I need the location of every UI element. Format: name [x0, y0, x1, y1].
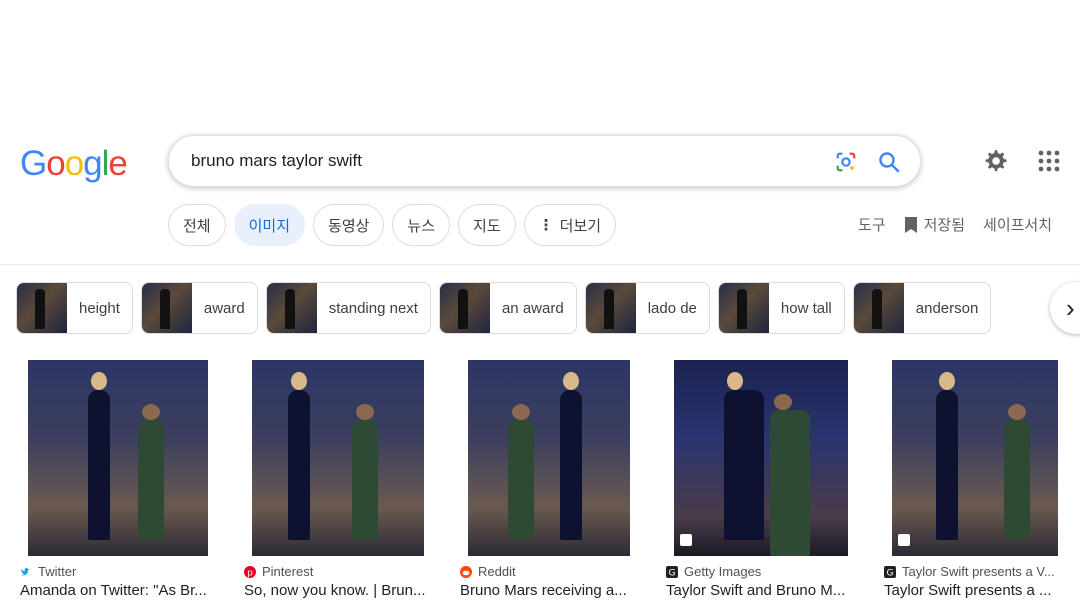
getty-images-icon: G	[666, 565, 678, 578]
header-divider	[0, 264, 1080, 265]
google-logo[interactable]: Google	[20, 144, 128, 184]
chip-label: an award	[501, 299, 564, 317]
result-image[interactable]	[468, 360, 630, 556]
source-name: Taylor Swift presents a V...	[902, 564, 1055, 579]
tab-label: 이미지	[248, 217, 291, 235]
tab-label: 더보기	[559, 217, 602, 235]
search-icon[interactable]	[877, 150, 901, 174]
chip-thumbnail	[141, 283, 192, 333]
person-figure	[1004, 404, 1030, 540]
tools-button[interactable]: 도구	[858, 214, 886, 235]
tab-all[interactable]: 전체	[168, 204, 226, 246]
search-tabs: 전체 이미지 동영상 뉴스 지도 ⋮ 더보기	[168, 204, 617, 246]
chip-thumbnail	[585, 283, 636, 333]
gear-icon[interactable]	[982, 148, 1008, 174]
result-source[interactable]: Twitter	[20, 564, 76, 579]
logo-letter: l	[101, 144, 110, 183]
chip-label: award	[203, 299, 245, 317]
result-image[interactable]	[674, 360, 848, 556]
safesearch-button[interactable]: 세이프서치	[983, 214, 1052, 235]
tab-label: 전체	[183, 217, 211, 235]
apps-grid-icon[interactable]	[1038, 150, 1060, 172]
chip-label: height	[79, 299, 120, 317]
chevron-right-icon[interactable]: ›	[1050, 282, 1080, 334]
search-input[interactable]: bruno mars taylor swift	[191, 151, 362, 171]
related-chip[interactable]: lado de	[584, 282, 710, 334]
related-chip[interactable]: height	[16, 282, 133, 334]
result-source[interactable]: p Pinterest	[244, 564, 313, 579]
source-name: Pinterest	[262, 564, 314, 579]
person-figure	[508, 404, 534, 540]
person-figure	[352, 404, 378, 540]
result-source[interactable]: G Taylor Swift presents a V...	[884, 564, 1055, 579]
photo-icon	[680, 534, 692, 546]
source-name: Twitter	[38, 564, 77, 579]
person-figure	[770, 394, 810, 556]
result-title[interactable]: Bruno Mars receiving a...	[460, 582, 627, 599]
related-chip[interactable]: award	[140, 282, 258, 334]
tab-maps[interactable]: 지도	[458, 204, 516, 246]
result-image[interactable]	[892, 360, 1058, 556]
result-title[interactable]: Taylor Swift and Bruno M...	[666, 582, 845, 599]
result-image[interactable]	[28, 360, 208, 556]
chip-label: standing next	[328, 299, 418, 317]
image-results: Twitter Amanda on Twitter: "As Br... p P…	[20, 360, 1080, 600]
result-title[interactable]: Taylor Swift presents a ...	[884, 582, 1052, 599]
person-figure	[724, 372, 764, 540]
pinterest-icon: p	[244, 565, 256, 578]
result-source[interactable]: Reddit	[460, 564, 516, 579]
person-figure	[560, 372, 582, 540]
chip-label: how tall	[780, 299, 832, 317]
bookmark-icon	[904, 216, 917, 233]
related-chip[interactable]: how tall	[717, 282, 845, 334]
svg-text:G: G	[887, 568, 894, 578]
twitter-icon	[21, 567, 30, 575]
related-chip[interactable]: an award	[438, 282, 577, 334]
tab-images[interactable]: 이미지	[233, 204, 306, 246]
tab-more[interactable]: ⋮ 더보기	[523, 204, 617, 246]
reddit-icon	[460, 565, 472, 578]
result-source[interactable]: G Getty Images	[666, 564, 761, 579]
photo-icon	[898, 534, 910, 546]
chip-thumbnail	[853, 283, 904, 333]
saved-button[interactable]: 저장됨	[924, 214, 965, 235]
chip-label: lado de	[647, 299, 697, 317]
result-image[interactable]	[252, 360, 424, 556]
more-vert-icon: ⋮	[538, 217, 554, 234]
chip-label: anderson	[915, 299, 979, 317]
logo-letter: g	[83, 144, 102, 183]
result-title[interactable]: Amanda on Twitter: "As Br...	[20, 582, 207, 599]
logo-letter: G	[20, 144, 47, 183]
logo-letter: o	[46, 144, 65, 183]
search-box[interactable]: bruno mars taylor swift	[168, 135, 921, 187]
source-name: Getty Images	[684, 564, 762, 579]
chip-thumbnail	[718, 283, 769, 333]
logo-letter: o	[64, 144, 84, 183]
search-tools: 도구 저장됨 세이프서치	[858, 214, 1052, 235]
person-figure	[288, 372, 310, 540]
svg-text:p: p	[247, 568, 253, 578]
result-title[interactable]: So, now you know. | Brun...	[244, 582, 426, 599]
chip-thumbnail	[266, 283, 317, 333]
chip-thumbnail	[17, 283, 67, 333]
chip-thumbnail	[439, 283, 490, 333]
person-figure	[88, 372, 110, 540]
related-chip[interactable]: anderson	[852, 282, 992, 334]
logo-letter: e	[108, 144, 127, 183]
svg-text:G: G	[669, 568, 676, 578]
getty-images-icon: G	[884, 565, 896, 578]
google-lens-icon[interactable]	[835, 151, 857, 173]
tab-label: 동영상	[328, 217, 370, 235]
related-chip[interactable]: standing next	[265, 282, 431, 334]
tab-label: 지도	[473, 217, 501, 235]
related-chips: height award standing next an award lado…	[16, 282, 992, 334]
source-name: Reddit	[478, 564, 516, 579]
person-figure	[138, 404, 164, 540]
person-figure	[936, 372, 958, 540]
tab-videos[interactable]: 동영상	[313, 204, 385, 246]
tab-label: 뉴스	[407, 217, 436, 235]
tab-news[interactable]: 뉴스	[392, 204, 451, 246]
